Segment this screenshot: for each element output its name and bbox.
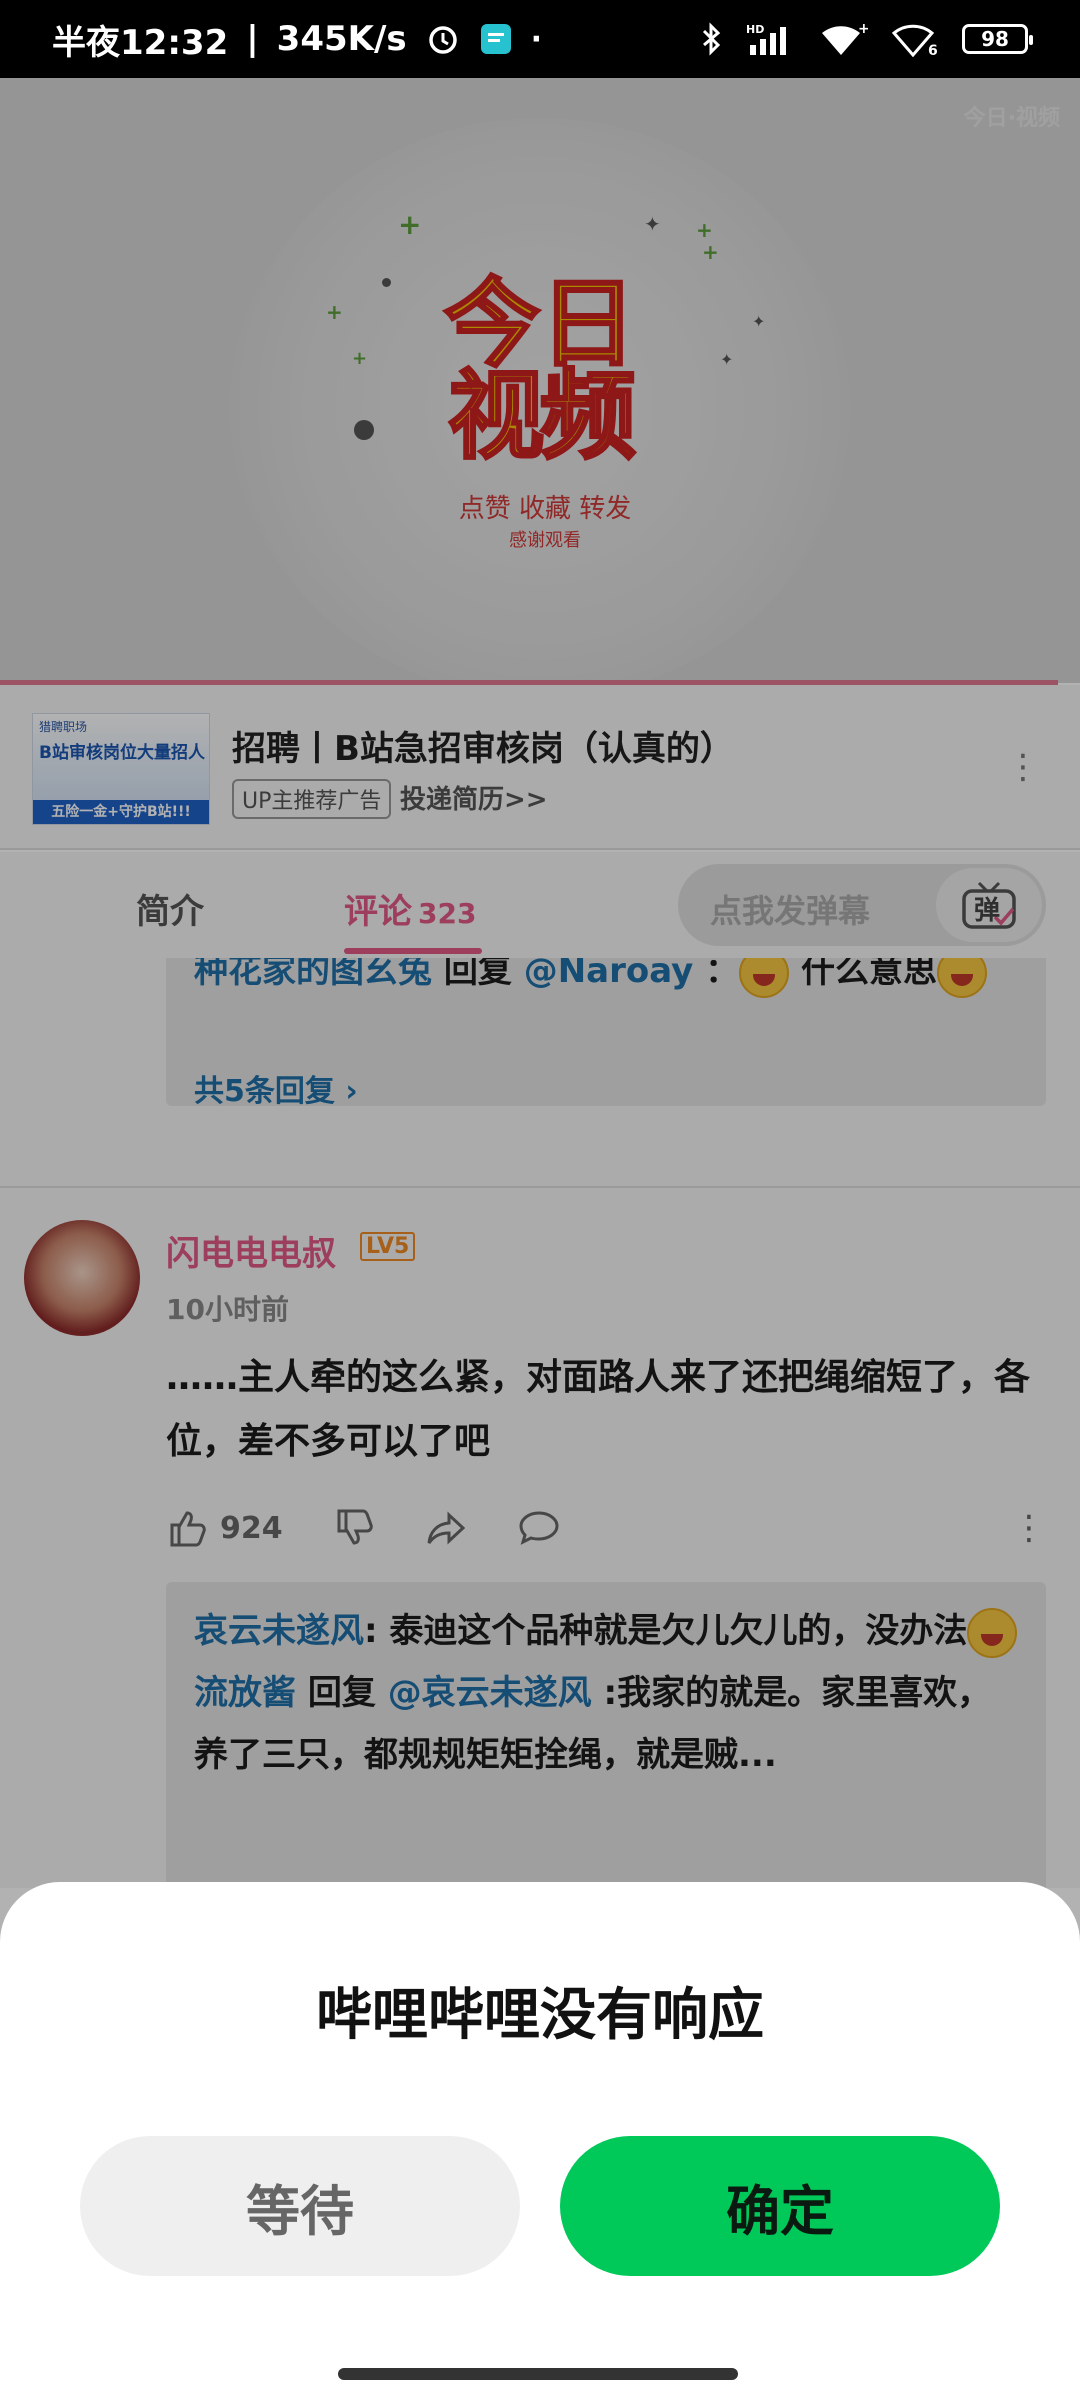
hd-signal-icon: HD — [746, 21, 796, 57]
wait-button[interactable]: 等待 — [80, 2136, 520, 2276]
status-net-speed: 345K/s — [276, 19, 407, 59]
home-indicator[interactable] — [338, 2368, 738, 2380]
alarm-icon — [425, 21, 461, 57]
not-responding-dialog: 哔哩哔哩没有响应 等待 确定 — [0, 1882, 1080, 2400]
wifi-6-icon: 6 — [890, 21, 940, 57]
notification-dot-icon: · — [530, 21, 543, 57]
status-bar: 半夜12:32 | 345K/s · HD + 6 98 — [0, 0, 1080, 78]
app-notification-icon — [479, 22, 513, 56]
dialog-title: 哔哩哔哩没有响应 — [316, 1983, 764, 2048]
svg-text:HD: HD — [746, 23, 764, 36]
svg-text:6: 6 — [928, 43, 938, 57]
svg-text:+: + — [858, 21, 868, 37]
battery-icon: 98 — [962, 24, 1033, 54]
status-time: 半夜12:32 — [52, 22, 229, 63]
ok-button[interactable]: 确定 — [560, 2136, 1000, 2276]
bluetooth-icon — [700, 21, 724, 57]
wifi-icon: + — [818, 21, 868, 57]
